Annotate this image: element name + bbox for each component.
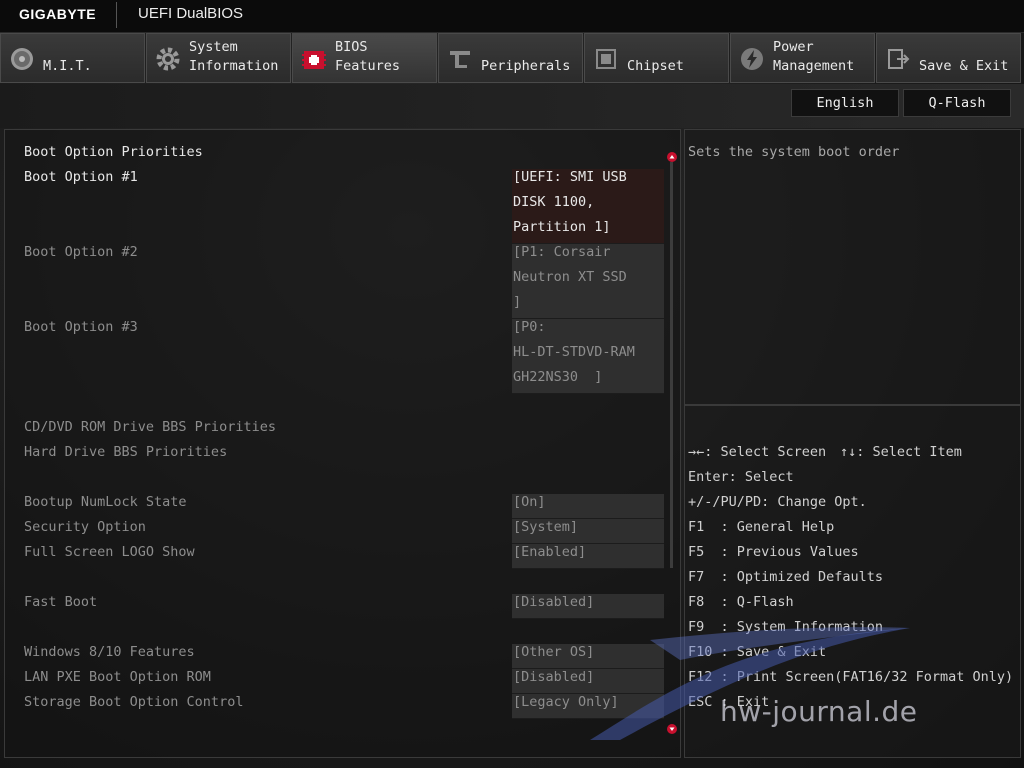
brand-logo: GIGABYTE	[19, 6, 97, 22]
tab-label: M.I.T.	[43, 58, 92, 74]
tab-mit[interactable]: M.I.T.	[0, 33, 145, 83]
tab-bios-features[interactable]: BIOS Features	[292, 33, 437, 83]
section-title: Boot Option Priorities	[24, 144, 203, 160]
gear-icon	[156, 47, 180, 71]
help-f7: F7 : Optimized Defaults	[688, 569, 884, 585]
tab-power-management[interactable]: Power Management	[730, 33, 875, 83]
tab-system-information[interactable]: System Information	[146, 33, 291, 83]
help-f10: F10 : Save & Exit	[688, 644, 827, 660]
help-f1: F1 : General Help	[688, 519, 835, 535]
help-change: +/-/PU/PD: Change Opt.	[688, 494, 867, 510]
chipset-icon	[596, 49, 616, 69]
storage-boot-label[interactable]: Storage Boot Option Control	[24, 690, 243, 715]
boot-option-2-value-text: [P1: Corsair Neutron XT SSD ]	[513, 244, 627, 310]
lan-pxe-value[interactable]: [Disabled]	[512, 669, 664, 694]
tab-label: Save & Exit	[919, 58, 1009, 74]
boot-option-2-label[interactable]: Boot Option #2	[24, 240, 138, 265]
main-tabs: M.I.T. System Information BIOS Features	[0, 33, 1024, 83]
windows-features-label[interactable]: Windows 8/10 Features	[24, 640, 195, 665]
help-f9: F9 : System Information	[688, 619, 884, 635]
help-select-screen: →←: Select Screen	[688, 444, 827, 460]
help-select-item: ↑↓: Select Item	[840, 444, 962, 460]
option-description: Sets the system boot order	[688, 144, 900, 160]
fast-boot-value-text: [Disabled]	[513, 594, 595, 610]
numlock-label[interactable]: Bootup NumLock State	[24, 490, 187, 515]
logo-show-value-text: [Enabled]	[513, 544, 587, 560]
scroll-down-icon[interactable]	[667, 724, 677, 734]
storage-boot-value[interactable]: [Legacy Only]	[512, 694, 664, 719]
product-title: UEFI DualBIOS	[138, 5, 244, 22]
boot-option-2-value[interactable]: [P1: Corsair Neutron XT SSD ]	[512, 244, 664, 319]
numlock-value[interactable]: [On]	[512, 494, 664, 519]
windows-features-value[interactable]: [Other OS]	[512, 644, 664, 669]
top-bar: GIGABYTE UEFI DualBIOS	[0, 0, 1024, 33]
boot-option-3-value-text: [P0: HL-DT-STDVD-RAM GH22NS30 ]	[513, 319, 635, 385]
tab-label: Chipset	[627, 58, 684, 74]
tab-label: System Information	[189, 39, 279, 74]
gauge-icon	[11, 48, 33, 70]
watermark-text: hw-journal.de	[720, 695, 918, 728]
cddvd-bbs-priorities[interactable]: CD/DVD ROM Drive BBS Priorities	[24, 415, 276, 440]
boot-option-3-value[interactable]: [P0: HL-DT-STDVD-RAM GH22NS30 ]	[512, 319, 664, 394]
boot-option-1-value[interactable]: [UEFI: SMI USB DISK 1100, Partition 1]	[512, 169, 664, 244]
logo-show-value[interactable]: [Enabled]	[512, 544, 664, 569]
qflash-button[interactable]: Q-Flash	[903, 89, 1011, 117]
tab-save-exit[interactable]: Save & Exit	[876, 33, 1021, 83]
security-option-label[interactable]: Security Option	[24, 515, 146, 540]
tab-label: Power Management	[773, 39, 855, 74]
tab-peripherals[interactable]: Peripherals	[438, 33, 583, 83]
security-option-value-text: [System]	[513, 519, 579, 535]
exit-icon	[888, 49, 910, 69]
bios-window: GIGABYTE UEFI DualBIOS M.I.T. System Inf…	[0, 0, 1024, 768]
description-panel	[684, 129, 1021, 405]
boot-option-1-value-text: [UEFI: SMI USB DISK 1100, Partition 1]	[513, 169, 627, 235]
boot-option-3-label[interactable]: Boot Option #3	[24, 315, 138, 340]
tab-chipset[interactable]: Chipset	[584, 33, 729, 83]
peripherals-icon	[450, 51, 470, 68]
lan-pxe-label[interactable]: LAN PXE Boot Option ROM	[24, 665, 211, 690]
tab-label: Peripherals	[481, 58, 571, 74]
fast-boot-label[interactable]: Fast Boot	[24, 590, 97, 615]
power-icon	[741, 48, 763, 70]
help-enter: Enter: Select	[688, 469, 794, 485]
hdd-bbs-priorities[interactable]: Hard Drive BBS Priorities	[24, 440, 227, 465]
scroll-up-icon[interactable]	[667, 152, 677, 162]
bios-chip-icon	[302, 51, 326, 69]
divider	[116, 2, 117, 28]
numlock-value-text: [On]	[513, 494, 546, 510]
help-f12: F12 : Print Screen(FAT16/32 Format Only)	[688, 669, 1014, 685]
storage-boot-value-text: [Legacy Only]	[513, 694, 619, 710]
help-f8: F8 : Q-Flash	[688, 594, 794, 610]
scrollbar[interactable]	[670, 162, 673, 568]
fast-boot-value[interactable]: [Disabled]	[512, 594, 664, 619]
security-option-value[interactable]: [System]	[512, 519, 664, 544]
tab-label: BIOS Features	[335, 39, 401, 74]
help-f5: F5 : Previous Values	[688, 544, 859, 560]
language-button[interactable]: English	[791, 89, 899, 117]
windows-features-value-text: [Other OS]	[513, 644, 595, 660]
logo-show-label[interactable]: Full Screen LOGO Show	[24, 540, 195, 565]
lan-pxe-value-text: [Disabled]	[513, 669, 595, 685]
boot-option-1-label[interactable]: Boot Option #1	[24, 165, 138, 190]
